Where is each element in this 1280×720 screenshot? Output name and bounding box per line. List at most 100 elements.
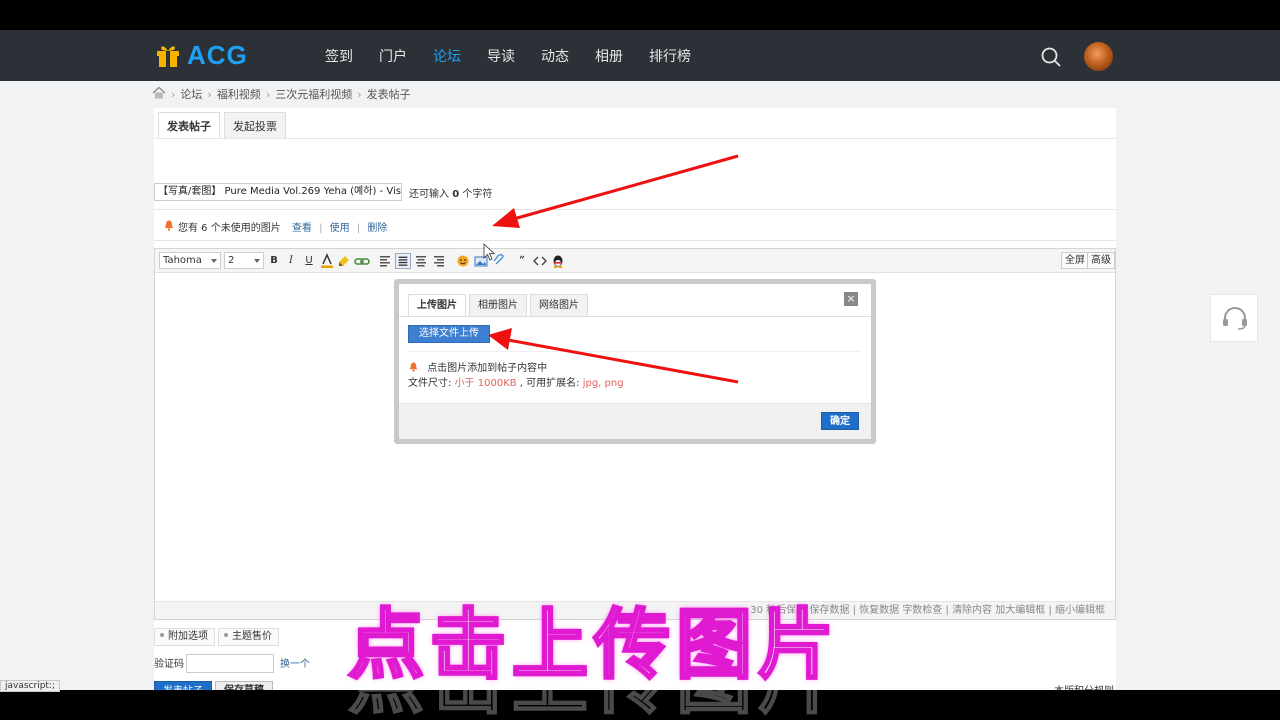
file-size-limit: 小于 1000KB (454, 378, 517, 389)
align-left-icon[interactable] (377, 253, 393, 269)
underline-icon[interactable]: U (301, 253, 317, 269)
view-unused-images-link[interactable]: 查看 (292, 223, 312, 234)
image-icon[interactable] (473, 253, 489, 269)
tutorial-caption-shadow-text: 点击上传图片 (348, 690, 840, 719)
emoticon-icon[interactable] (455, 253, 471, 269)
shrink-editor-link[interactable]: 缩小编辑框 (1055, 605, 1105, 616)
italic-icon[interactable]: I (283, 253, 299, 269)
font-size-value: 2 (228, 255, 235, 266)
fullscreen-button[interactable]: 全屏 (1061, 252, 1089, 269)
submit-post-button[interactable]: 发表帖子 (154, 681, 212, 690)
word-check-link[interactable]: 字数检查 (902, 605, 942, 616)
tutorial-caption-shadow: 点击上传图片 (348, 690, 840, 720)
bold-icon[interactable]: B (266, 253, 282, 269)
tab-upload-image[interactable]: 上传图片 (408, 294, 466, 316)
link-icon[interactable] (354, 253, 370, 269)
clear-content-link[interactable]: 清除内容 (952, 605, 992, 616)
nav-item-ranking[interactable]: 排行榜 (636, 30, 704, 81)
breadcrumb-forum[interactable]: 论坛 (180, 86, 202, 102)
dialog-tabs: 上传图片 相册图片 网络图片 (408, 294, 591, 316)
breadcrumb-3d-welfare-video[interactable]: 三次元福利视频 (275, 86, 352, 102)
bullet-icon (160, 633, 164, 637)
user-avatar[interactable] (1084, 42, 1113, 71)
use-unused-images-link[interactable]: 使用 (330, 223, 350, 234)
delete-unused-images-link[interactable]: 删除 (367, 223, 387, 234)
editor-toolbar: Tahoma 2 B I U “ 全屏 高级 (155, 249, 1115, 273)
breadcrumb-separator: › (265, 87, 271, 101)
top-navigation-bar: ACG 签到 门户 论坛 导读 动态 相册 排行榜 (0, 30, 1280, 81)
nav-item-checkin[interactable]: 签到 (312, 30, 366, 81)
captcha-input[interactable] (186, 654, 274, 673)
font-size-select[interactable]: 2 (224, 252, 264, 269)
breadcrumb-separator: › (207, 87, 212, 101)
extra-options-label: 附加选项 (168, 631, 208, 642)
captcha-label: 验证码 (154, 659, 184, 670)
search-icon[interactable] (1040, 46, 1062, 68)
site-logo[interactable]: ACG (155, 40, 248, 70)
tab-web-image[interactable]: 网络图片 (530, 294, 588, 316)
divider (399, 316, 871, 317)
tab-new-post[interactable]: 发表帖子 (158, 112, 220, 139)
background-color-icon[interactable] (336, 253, 352, 269)
gift-icon (155, 42, 181, 68)
bell-icon (164, 220, 174, 231)
breadcrumb-new-post: 发表帖子 (366, 88, 411, 101)
code-icon[interactable] (532, 253, 548, 269)
confirm-button[interactable]: 确定 (821, 412, 859, 430)
home-icon[interactable] (152, 86, 166, 102)
char-remaining-suffix: 个字符 (462, 189, 493, 200)
topic-price-button[interactable]: 主题售价 (218, 628, 279, 646)
tab-album-image[interactable]: 相册图片 (469, 294, 527, 316)
browser-status-url: javascript:; (0, 680, 61, 692)
breadcrumb-welfare-video[interactable]: 福利视频 (217, 86, 261, 102)
unused-images-text-line: 您有 6 个未使用的图片 查看 | 使用 | 删除 (178, 219, 387, 234)
separator: | (356, 223, 361, 234)
bullet-icon (224, 633, 228, 637)
tutorial-caption: 点击上传图片 (347, 599, 840, 691)
qq-icon[interactable] (550, 253, 566, 269)
close-icon[interactable]: × (844, 292, 858, 306)
font-family-value: Tahoma (163, 255, 202, 266)
forum-credit-rules-link[interactable]: 本版积分规则 (1054, 682, 1114, 690)
advanced-mode-button[interactable]: 高级 (1087, 252, 1115, 269)
char-remaining-prefix: 还可输入 (409, 189, 449, 200)
dialog-body: 上传图片 相册图片 网络图片 × 选择文件上传 点击图片添加到帖子内容中 文件尺… (399, 284, 871, 439)
restore-data-link[interactable]: 恢复数据 (859, 605, 899, 616)
customer-support-button[interactable] (1210, 294, 1258, 342)
breadcrumb-separator: › (357, 87, 362, 101)
dialog-footer: 确定 (399, 403, 871, 439)
align-justify-icon[interactable] (395, 253, 411, 269)
divider (408, 351, 860, 352)
separator: | (319, 223, 323, 234)
divider (154, 138, 1116, 139)
image-upload-dialog: 上传图片 相册图片 网络图片 × 选择文件上传 点击图片添加到帖子内容中 文件尺… (394, 279, 876, 444)
extra-options-button[interactable]: 附加选项 (154, 628, 215, 646)
nav-item-portal[interactable]: 门户 (366, 30, 420, 81)
tab-new-poll[interactable]: 发起投票 (224, 112, 286, 139)
nav-item-album[interactable]: 相册 (582, 30, 636, 81)
nav-item-activity[interactable]: 动态 (528, 30, 582, 81)
upload-hint-text: 点击图片添加到帖子内容中 (427, 363, 548, 374)
enlarge-editor-link[interactable]: 加大编辑框 (995, 605, 1045, 616)
nav-item-forum[interactable]: 论坛 (420, 30, 474, 81)
captcha-refresh-link[interactable]: 换一个 (280, 656, 310, 674)
chevron-down-icon (254, 259, 260, 263)
text-color-icon[interactable] (319, 253, 335, 269)
nav-item-guide[interactable]: 导读 (474, 30, 528, 81)
align-center-icon[interactable] (413, 253, 429, 269)
extensions-label: , 可用扩展名: (519, 378, 583, 389)
attachment-icon[interactable] (491, 253, 507, 269)
video-frame: ACG 签到 门户 论坛 导读 动态 相册 排行榜 › 论坛 › 福利视频 › … (0, 0, 1280, 720)
quote-icon[interactable]: “ (514, 253, 530, 269)
post-title-input[interactable]: 【写真/套图】 Pure Media Vol.269 Yeha (예하) - V… (154, 183, 402, 201)
save-draft-button[interactable]: 保存草稿 (215, 681, 273, 690)
main-nav: 签到 门户 论坛 导读 动态 相册 排行榜 (312, 30, 704, 81)
unused-images-notice: 您有 6 个未使用的图片 查看 | 使用 | 删除 (154, 209, 1116, 241)
select-file-upload-button[interactable]: 选择文件上传 (408, 325, 490, 343)
allowed-extensions: jpg, png (582, 378, 624, 389)
font-family-select[interactable]: Tahoma (159, 252, 221, 269)
char-remaining-counter: 还可输入 0 个字符 (409, 185, 492, 200)
align-right-icon[interactable] (431, 253, 447, 269)
breadcrumb: › 论坛 › 福利视频 › 三次元福利视频 › 发表帖子 (152, 86, 411, 102)
headset-icon (1223, 307, 1247, 330)
